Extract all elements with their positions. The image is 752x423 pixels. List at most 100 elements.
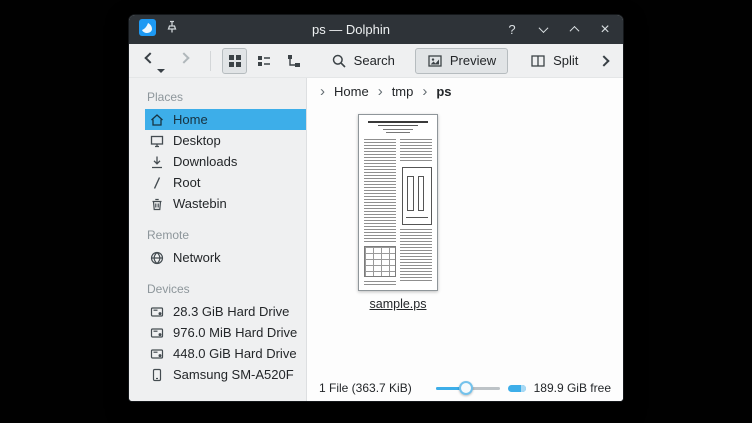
sidebar-item-label: Downloads bbox=[173, 154, 237, 169]
maximize-button[interactable] bbox=[566, 22, 582, 38]
sidebar-item-downloads[interactable]: Downloads bbox=[145, 151, 306, 172]
figure-rect bbox=[418, 176, 425, 211]
search-icon bbox=[331, 53, 347, 69]
figure-rect bbox=[407, 176, 414, 211]
back-arrow-icon bbox=[144, 52, 155, 63]
places-section-header: Places bbox=[129, 84, 306, 109]
root-icon bbox=[149, 175, 165, 191]
file-item-sample-ps[interactable]: sample.ps bbox=[325, 114, 471, 311]
preview-icon bbox=[427, 53, 443, 69]
sidebar-item-label: 976.0 MiB Hard Drive bbox=[173, 325, 297, 340]
sidebar-item-drive-28gib[interactable]: 28.3 GiB Hard Drive bbox=[145, 301, 306, 322]
dolphin-window: ps — Dolphin ? × bbox=[129, 15, 623, 401]
icons-view-icon bbox=[227, 53, 243, 69]
sidebar-item-label: Root bbox=[173, 175, 200, 190]
preview-button-label: Preview bbox=[450, 53, 496, 68]
sidebar-item-home[interactable]: Home bbox=[145, 109, 306, 130]
preview-title-line bbox=[368, 121, 427, 123]
breadcrumb-item-ps[interactable]: ps bbox=[436, 84, 451, 99]
downloads-icon bbox=[149, 154, 165, 170]
sidebar-item-desktop[interactable]: Desktop bbox=[145, 130, 306, 151]
sidebar-item-label: Home bbox=[173, 112, 208, 127]
search-button[interactable]: Search bbox=[319, 48, 407, 74]
preview-text-column-left bbox=[364, 139, 397, 242]
window-body: Places Home Desktop Downloads Root bbox=[129, 78, 623, 401]
split-button-label: Split bbox=[553, 53, 578, 68]
icons-view-button[interactable] bbox=[222, 48, 248, 74]
minimize-button[interactable] bbox=[535, 22, 551, 38]
sidebar-item-label: Desktop bbox=[173, 133, 221, 148]
chevron-separator-icon[interactable]: › bbox=[422, 84, 427, 99]
navigation-group bbox=[139, 49, 199, 73]
sidebar-item-label: Network bbox=[173, 250, 221, 265]
network-icon bbox=[149, 250, 165, 266]
search-button-label: Search bbox=[354, 53, 395, 68]
titlebar-buttons: ? × bbox=[504, 22, 613, 38]
wastebin-icon bbox=[149, 196, 165, 212]
preview-author-line bbox=[383, 129, 413, 130]
hard-drive-icon bbox=[149, 346, 165, 362]
preview-text-bottom-left bbox=[364, 281, 397, 287]
chevron-right-icon bbox=[598, 55, 609, 66]
chevron-up-icon bbox=[569, 26, 579, 36]
figure-baseline bbox=[406, 217, 428, 218]
breadcrumb-item-home[interactable]: Home bbox=[334, 84, 369, 99]
disk-capacity-free-segment bbox=[521, 385, 526, 392]
smartphone-icon bbox=[149, 367, 165, 383]
file-list-area[interactable]: sample.ps bbox=[307, 105, 623, 375]
preview-button[interactable]: Preview bbox=[415, 48, 508, 74]
breadcrumb: › Home › tmp › ps bbox=[307, 78, 623, 105]
status-bar: 1 File (363.7 KiB) 189.9 GiB free bbox=[307, 375, 623, 401]
devices-section-header: Devices bbox=[129, 276, 306, 301]
pin-keep-above-icon[interactable] bbox=[165, 20, 179, 39]
back-button[interactable] bbox=[141, 49, 159, 67]
preview-table bbox=[364, 246, 396, 277]
hard-drive-icon bbox=[149, 325, 165, 341]
preview-figure bbox=[402, 167, 432, 225]
toolbar-overflow-button[interactable] bbox=[594, 50, 613, 72]
dolphin-app-icon bbox=[139, 19, 156, 41]
sidebar-item-drive-448gib[interactable]: 448.0 GiB Hard Drive bbox=[145, 343, 306, 364]
split-button[interactable]: Split bbox=[518, 48, 590, 74]
preview-text-column-right bbox=[400, 139, 433, 163]
chevron-separator-icon[interactable]: › bbox=[378, 84, 383, 99]
titlebar[interactable]: ps — Dolphin ? × bbox=[129, 15, 623, 44]
sidebar-item-label: Samsung SM-A520F bbox=[173, 367, 294, 382]
window-title: ps — Dolphin bbox=[189, 22, 513, 37]
document-preview-thumbnail[interactable] bbox=[358, 114, 438, 291]
disk-capacity-bar bbox=[508, 385, 526, 392]
preview-text-column-right-lower bbox=[400, 229, 433, 281]
desktop-icon bbox=[149, 133, 165, 149]
remote-section-header: Remote bbox=[129, 222, 306, 247]
split-icon bbox=[530, 53, 546, 69]
tree-view-button[interactable] bbox=[281, 48, 307, 74]
sidebar-item-label: 448.0 GiB Hard Drive bbox=[173, 346, 297, 361]
sidebar-item-root[interactable]: Root bbox=[145, 172, 306, 193]
help-button[interactable]: ? bbox=[504, 22, 520, 38]
forward-button[interactable] bbox=[175, 49, 193, 67]
zoom-slider-handle[interactable] bbox=[459, 381, 473, 395]
places-panel: Places Home Desktop Downloads Root bbox=[129, 78, 306, 401]
close-button[interactable]: × bbox=[597, 22, 613, 38]
breadcrumb-root-chevron-icon[interactable]: › bbox=[320, 84, 325, 99]
free-space-label: 189.9 GiB free bbox=[534, 381, 611, 395]
sidebar-item-samsung-phone[interactable]: Samsung SM-A520F bbox=[145, 364, 306, 385]
forward-arrow-icon bbox=[178, 52, 189, 63]
sidebar-item-label: 28.3 GiB Hard Drive bbox=[173, 304, 289, 319]
preview-title-line bbox=[378, 125, 419, 126]
file-name-label[interactable]: sample.ps bbox=[370, 297, 427, 311]
details-view-button[interactable] bbox=[251, 48, 277, 74]
preview-author-line bbox=[386, 132, 409, 133]
sidebar-item-network[interactable]: Network bbox=[145, 247, 306, 268]
file-count-label: 1 File (363.7 KiB) bbox=[319, 381, 412, 395]
sidebar-item-wastebin[interactable]: Wastebin bbox=[145, 193, 306, 214]
breadcrumb-item-tmp[interactable]: tmp bbox=[392, 84, 414, 99]
zoom-slider[interactable] bbox=[436, 379, 500, 397]
history-dropdown-caret-icon[interactable] bbox=[157, 69, 165, 73]
main-toolbar: Search Preview Split bbox=[129, 44, 623, 78]
details-view-icon bbox=[256, 53, 272, 69]
hard-drive-icon bbox=[149, 304, 165, 320]
sidebar-item-drive-976mib[interactable]: 976.0 MiB Hard Drive bbox=[145, 322, 306, 343]
chevron-down-icon bbox=[538, 23, 548, 33]
sidebar-item-label: Wastebin bbox=[173, 196, 227, 211]
